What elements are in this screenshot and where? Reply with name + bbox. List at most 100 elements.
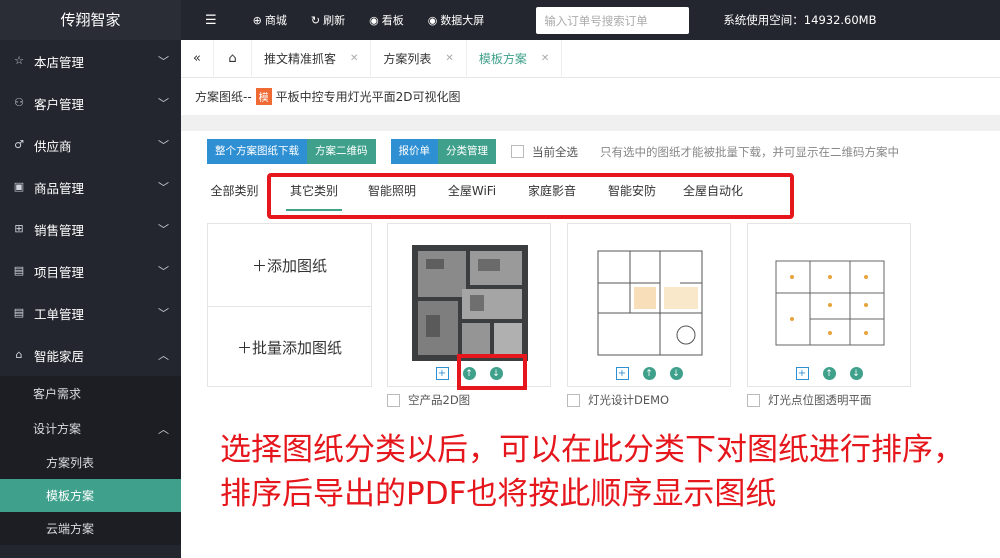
move-up-icon[interactable]: ↑ [822, 367, 836, 380]
sidebar-item-label: 客户管理 [34, 96, 85, 112]
move-down-icon[interactable]: ↓ [849, 367, 863, 380]
refresh-icon: ↻ [310, 13, 321, 27]
smarthome-submenu: 客户需求 设计方案 ︿ 方案列表 模板方案 云端方案 [0, 376, 181, 545]
home-icon: ⌂ [15, 348, 23, 361]
card-caption[interactable]: 灯光点位图透明平面 [747, 392, 872, 408]
order-search-input[interactable]: 输入订单号搜索订单 [536, 6, 690, 34]
sidebar-item-workorders[interactable]: ▤ 工单管理 ﹀ [0, 292, 181, 334]
bigscreen-button[interactable]: ◉ 数据大屏 [428, 12, 485, 28]
card-caption[interactable]: 灯光设计DEMO [567, 392, 669, 408]
sidebar-item-suppliers[interactable]: ♂ 供应商 ﹀ [0, 124, 181, 166]
board-button[interactable]: ◉ 看板 [369, 12, 404, 28]
download-group: 整个方案图纸下载 方案二维码 [207, 139, 376, 164]
category-management-button[interactable]: 分类管理 [438, 139, 496, 164]
card-actions: + ↑ ↓ [748, 367, 910, 380]
clipboard-icon: ▤ [13, 264, 25, 277]
card-checkbox[interactable] [387, 393, 400, 407]
sidebar-item-label: 销售管理 [34, 222, 85, 238]
sidebar-item-projects[interactable]: ▤ 项目管理 ﹀ [0, 250, 181, 292]
tab-label: 推文精准抓客 [264, 52, 337, 66]
breadcrumb-prefix: 方案图纸-- [195, 90, 252, 104]
card-checkbox[interactable] [567, 393, 580, 407]
drawing-thumbnail[interactable] [588, 242, 712, 364]
tab-bar: « ⌂ 推文精准抓客 ✕ 方案列表 ✕ 模板方案 ✕ [181, 39, 1000, 78]
add-drawing-button[interactable]: ＋添加图纸 [208, 224, 371, 306]
batch-add-drawing-button[interactable]: ＋批量添加图纸 [208, 306, 371, 388]
card-caption-label: 灯光点位图透明平面 [768, 393, 872, 407]
download-all-button[interactable]: 整个方案图纸下载 [207, 139, 307, 164]
male-icon: ♂ [14, 138, 24, 151]
action-toolbar: 整个方案图纸下载 方案二维码 报价单 分类管理 当前全选 只有选中的图纸才能被批… [207, 139, 899, 164]
chevron-up-icon: ︿ [158, 423, 169, 436]
eye-icon: ◉ [369, 13, 379, 27]
sidebar-item-design-plans[interactable]: 设计方案 ︿ [0, 411, 181, 446]
chevron-down-icon: ﹀ [158, 307, 169, 320]
drawing-card[interactable]: + ↑ ↓ [567, 223, 731, 387]
bigscreen-label: 数据大屏 [440, 14, 485, 27]
category-all[interactable]: 全部类别 [207, 178, 262, 211]
drawing-thumbnail[interactable] [768, 242, 892, 364]
download-hint: 只有选中的图纸才能被批量下载，并可显示在二维码方案中 [600, 144, 899, 159]
drawing-card[interactable]: + ↑ ↓ [747, 223, 911, 387]
home-tab-icon[interactable]: ⌂ [214, 39, 252, 78]
category-highlight-box [267, 173, 794, 219]
sidebar-item-template-plans[interactable]: 模板方案 [0, 479, 181, 512]
sidebar-item-sales[interactable]: ⊞ 销售管理 ﹀ [0, 208, 181, 250]
app-title: 传翔智家 [0, 0, 181, 40]
menu-toggle-icon[interactable]: ☰ [205, 13, 217, 28]
sidebar-item-label: 供应商 [34, 138, 72, 154]
chevron-up-icon: ︿ [158, 349, 169, 362]
checkbox-box[interactable] [511, 145, 524, 158]
chevron-down-icon: ﹀ [158, 181, 169, 194]
card-checkbox[interactable] [747, 393, 760, 407]
sidebar-item-label: 智能家居 [34, 348, 85, 364]
divider [181, 115, 1000, 131]
tab-template-plans[interactable]: 模板方案 ✕ [467, 39, 563, 78]
top-bar: ☰ ⊕ 商城 ↻ 刷新 ◉ 看板 ◉ 数据大屏 输入订单号搜索订单 系统使用空间… [181, 0, 1000, 40]
eye-icon: ◉ [427, 13, 438, 27]
chevron-down-icon: ﹀ [158, 265, 169, 278]
tab-tweet-capture[interactable]: 推文精准抓客 ✕ [252, 39, 372, 78]
sidebar-item-products[interactable]: ▣ 商品管理 ﹀ [0, 166, 181, 208]
storage-usage: 系统使用空间：14932.60MB [723, 13, 877, 27]
move-up-icon[interactable]: ↑ [642, 367, 656, 380]
globe-icon: ⊕ [252, 13, 262, 27]
chevron-down-icon: ﹀ [158, 223, 169, 236]
tab-label: 方案列表 [383, 52, 432, 66]
refresh-label: 刷新 [323, 14, 346, 27]
mall-button[interactable]: ⊕ 商城 [253, 12, 287, 28]
manage-group: 报价单 分类管理 [390, 139, 496, 164]
close-icon[interactable]: ✕ [350, 53, 358, 64]
sidebar: 传翔智家 ☆ 本店管理 ﹀ ⚇ 客户管理 ﹀ ♂ 供应商 ﹀ ▣ 商品管理 ﹀ … [0, 0, 181, 558]
tab-label: 模板方案 [478, 52, 527, 66]
sidebar-item-smarthome[interactable]: ⌂ 智能家居 ︿ [0, 334, 181, 376]
quote-button[interactable]: 报价单 [390, 139, 438, 164]
sidebar-item-customer-needs[interactable]: 客户需求 [0, 376, 181, 411]
chevron-down-icon: ﹀ [158, 97, 169, 110]
copy-icon[interactable]: + [615, 367, 629, 380]
drawing-thumbnail[interactable] [408, 242, 532, 364]
tab-plan-list[interactable]: 方案列表 ✕ [371, 39, 467, 78]
sidebar-item-label: 工单管理 [34, 306, 85, 322]
refresh-button[interactable]: ↻ 刷新 [311, 12, 345, 28]
sidebar-item-plan-list[interactable]: 方案列表 [0, 446, 181, 479]
card-caption[interactable]: 空产品2D图 [387, 392, 470, 408]
qr-code-button[interactable]: 方案二维码 [307, 139, 376, 164]
sidebar-item-customers[interactable]: ⚇ 客户管理 ﹀ [0, 82, 181, 124]
sidebar-item-label: 本店管理 [34, 54, 85, 70]
sidebar-item-store[interactable]: ☆ 本店管理 ﹀ [0, 40, 181, 82]
copy-icon[interactable]: + [435, 367, 449, 380]
move-down-icon[interactable]: ↓ [669, 367, 683, 380]
instruction-annotation: 选择图纸分类以后，可以在此分类下对图纸进行排序，排序后导出的PDF也将按此顺序显… [220, 432, 964, 512]
breadcrumb: 方案图纸-- 模 平板中控专用灯光平面2D可视化图 [195, 88, 461, 105]
sidebar-item-label: 设计方案 [33, 422, 82, 436]
close-icon[interactable]: ✕ [445, 53, 453, 64]
copy-icon[interactable]: + [795, 367, 809, 380]
select-all-checkbox[interactable]: 当前全选 [511, 144, 578, 160]
card-actions: + ↑ ↓ [568, 367, 730, 380]
sidebar-item-cloud-plans[interactable]: 云端方案 [0, 512, 181, 545]
card-caption-label: 空产品2D图 [408, 393, 471, 407]
tabs-scroll-left-icon[interactable]: « [181, 39, 214, 78]
close-icon[interactable]: ✕ [541, 53, 549, 64]
chevron-down-icon: ﹀ [158, 55, 169, 68]
